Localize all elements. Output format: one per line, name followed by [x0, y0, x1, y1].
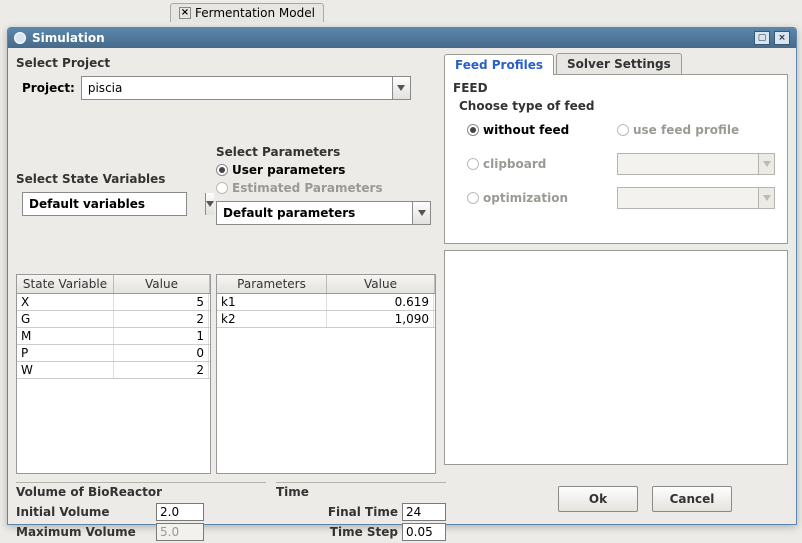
project-input[interactable] — [82, 77, 392, 99]
feed-without-label: without feed — [483, 123, 569, 137]
select-state-vars-title: Select State Variables — [16, 172, 211, 186]
parameters-table[interactable]: Parameters Value k10.619k21,090 — [216, 274, 436, 474]
initial-volume-label: Initial Volume — [16, 505, 156, 519]
params-value[interactable] — [217, 202, 412, 224]
simulation-dialog: Simulation ▢ × Select Project Project: S… — [7, 27, 797, 525]
maximize-button[interactable]: ▢ — [754, 31, 770, 45]
dialog-title: Simulation — [32, 31, 105, 45]
col-state-variable: State Variable — [17, 275, 114, 293]
table-row[interactable]: X5 — [17, 294, 210, 311]
cell-name: P — [17, 345, 114, 361]
final-time-input[interactable] — [402, 503, 446, 521]
chevron-down-icon[interactable] — [412, 202, 430, 224]
feed-clipboard-label: clipboard — [483, 157, 546, 171]
cell-value: 1,090 — [327, 311, 434, 327]
close-icon[interactable]: × — [179, 7, 191, 19]
select-params-title: Select Parameters — [216, 145, 436, 159]
params-combo[interactable] — [216, 201, 431, 225]
chevron-down-icon — [758, 188, 774, 208]
time-step-label: Time Step — [330, 525, 398, 539]
cell-value: 2 — [114, 362, 209, 378]
feed-choose-label: Choose type of feed — [459, 99, 779, 113]
max-volume-input — [156, 523, 204, 541]
feed-without-radio[interactable]: without feed — [467, 123, 617, 137]
col-parameters: Parameters — [217, 275, 327, 293]
lower-empty-panel — [444, 250, 788, 465]
table-row[interactable]: G2 — [17, 311, 210, 328]
optimization-combo — [617, 187, 775, 209]
project-label: Project: — [22, 81, 75, 95]
col-value: Value — [114, 275, 210, 293]
app-icon — [14, 32, 26, 44]
select-project-title: Select Project — [16, 56, 434, 70]
state-vars-value[interactable] — [23, 193, 205, 215]
state-variable-table[interactable]: State Variable Value X5G2M1P0W2 — [16, 274, 211, 474]
time-title: Time — [276, 485, 446, 499]
feed-use-profile-label: use feed profile — [633, 123, 739, 137]
cell-name: M — [17, 328, 114, 344]
cell-name: X — [17, 294, 114, 310]
feed-optimization-radio: optimization — [467, 191, 617, 205]
max-volume-label: Maximum Volume — [16, 525, 156, 539]
feed-optimization-label: optimization — [483, 191, 568, 205]
cell-name: k2 — [217, 311, 327, 327]
table-row[interactable]: k10.619 — [217, 294, 435, 311]
ok-button[interactable]: Ok — [558, 486, 638, 512]
final-time-label: Final Time — [328, 505, 398, 519]
tab-fermentation-model[interactable]: × Fermentation Model — [170, 3, 324, 22]
tab-feed-profiles[interactable]: Feed Profiles — [444, 54, 554, 75]
estimated-params-radio: Estimated Parameters — [216, 181, 436, 195]
feed-panel: FEED Choose type of feed without feed us… — [444, 74, 788, 244]
feed-clipboard-radio: clipboard — [467, 157, 617, 171]
tab-label: Fermentation Model — [195, 6, 315, 20]
cell-value: 2 — [114, 311, 209, 327]
feed-use-profile-radio: use feed profile — [617, 123, 777, 137]
initial-volume-input[interactable] — [156, 503, 204, 521]
table-row[interactable]: W2 — [17, 362, 210, 379]
close-button[interactable]: × — [774, 31, 790, 45]
time-step-input[interactable] — [402, 523, 446, 541]
user-params-label: User parameters — [232, 163, 345, 177]
tab-solver-settings[interactable]: Solver Settings — [556, 53, 682, 74]
cell-name: W — [17, 362, 114, 378]
cell-name: k1 — [217, 294, 327, 310]
titlebar: Simulation ▢ × — [8, 28, 796, 48]
chevron-down-icon — [758, 154, 774, 174]
cell-name: G — [17, 311, 114, 327]
state-vars-combo[interactable] — [22, 192, 187, 216]
volume-title: Volume of BioReactor — [16, 485, 266, 499]
table-row[interactable]: P0 — [17, 345, 210, 362]
user-params-radio[interactable]: User parameters — [216, 163, 436, 177]
estimated-params-label: Estimated Parameters — [232, 181, 383, 195]
cancel-button[interactable]: Cancel — [652, 486, 732, 512]
clipboard-combo — [617, 153, 775, 175]
cell-value: 0.619 — [327, 294, 434, 310]
table-row[interactable]: k21,090 — [217, 311, 435, 328]
chevron-down-icon[interactable] — [392, 77, 410, 99]
cell-value: 1 — [114, 328, 209, 344]
feed-title: FEED — [453, 81, 779, 95]
cell-value: 0 — [114, 345, 209, 361]
cell-value: 5 — [114, 294, 209, 310]
project-combo[interactable] — [81, 76, 411, 100]
table-row[interactable]: M1 — [17, 328, 210, 345]
col-value: Value — [327, 275, 435, 293]
chevron-down-icon[interactable] — [205, 193, 214, 215]
